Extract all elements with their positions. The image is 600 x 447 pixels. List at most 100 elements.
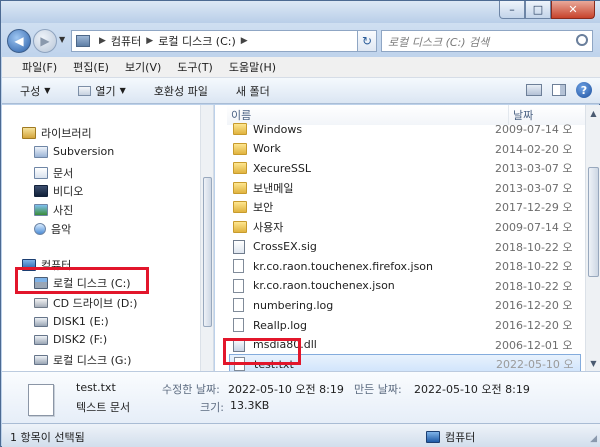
nav-item-documents[interactable]: 문서 xyxy=(34,165,73,181)
refresh-button[interactable]: ↻ xyxy=(357,30,377,52)
command-bar: 구성 ▼ 열기 ▼ 호환성 파일 새 폴더 ? xyxy=(2,78,600,104)
details-type: 텍스트 문서 xyxy=(76,401,131,414)
menu-bar: 파일(F) 편집(E) 보기(V) 도구(T) 도움말(H) xyxy=(2,57,600,78)
recent-pages-dropdown-icon[interactable]: ▼ xyxy=(59,35,65,44)
file-icon xyxy=(233,278,244,293)
menu-tools[interactable]: 도구(T) xyxy=(177,59,213,75)
search-input[interactable]: 로컬 디스크 (C:) 검색 xyxy=(381,30,593,52)
new-folder-button[interactable]: 새 폴더 xyxy=(236,83,270,99)
forward-button[interactable]: ▶ xyxy=(33,29,57,53)
file-row[interactable]: kr.co.raon.touchenex.firefox.json 2018-10… xyxy=(229,256,581,276)
details-size-label: 크기: xyxy=(200,401,224,414)
organize-label: 구성 xyxy=(20,84,41,98)
nav-item-music[interactable]: 음악 xyxy=(34,221,71,237)
menu-file[interactable]: 파일(F) xyxy=(22,59,57,75)
forward-arrow-icon: ▶ xyxy=(40,34,50,48)
view-controls: ? xyxy=(516,82,592,98)
details-size-value: 13.3KB xyxy=(230,399,270,412)
window-controls: – □ ✕ xyxy=(499,1,595,19)
file-name: 사용자 xyxy=(253,221,284,234)
chevron-down-icon: ▼ xyxy=(119,86,126,95)
open-button[interactable]: 열기 ▼ xyxy=(78,83,126,99)
file-row[interactable]: CrossEX.sig 2018-10-22 오 xyxy=(229,237,581,257)
back-button[interactable]: ◀ xyxy=(7,29,31,53)
file-name-cell: XecureSSL xyxy=(229,162,495,175)
change-view-icon[interactable] xyxy=(526,84,542,96)
highlight-drive-c xyxy=(15,267,149,294)
scroll-up-icon[interactable]: ▲ xyxy=(586,105,600,121)
file-row[interactable]: 보안 2017-12-29 오 xyxy=(229,197,581,217)
nav-item-pictures[interactable]: 사진 xyxy=(34,202,73,218)
drive-icon xyxy=(34,355,48,365)
help-icon[interactable]: ? xyxy=(576,82,592,98)
file-name-cell: Windows xyxy=(229,123,495,136)
file-icon xyxy=(233,298,244,313)
nav-drive-g[interactable]: 로컬 디스크 (G:) xyxy=(34,352,131,368)
certificate-icon xyxy=(233,239,245,254)
status-location: 컴퓨터 xyxy=(426,429,475,445)
menu-edit[interactable]: 편집(E) xyxy=(73,59,109,75)
nav-drive-d[interactable]: CD 드라이브 (D:) xyxy=(34,295,137,311)
details-created-value: 2022-05-10 오전 8:19 xyxy=(414,383,530,396)
status-bar: 1 항목이 선택됨 컴퓨터 ◢ xyxy=(2,423,600,447)
minimize-button[interactable]: – xyxy=(499,1,525,19)
file-date: 2022-05-10 오 xyxy=(496,358,574,371)
nav-item-label: 문서 xyxy=(53,167,74,180)
nav-drive-f[interactable]: DISK2 (F:) xyxy=(34,333,107,346)
file-date: 2018-10-22 오 xyxy=(495,240,573,254)
file-list-scrollbar[interactable]: ▲ ▼ xyxy=(585,105,600,371)
file-list-scroll-thumb[interactable] xyxy=(588,167,599,277)
details-created-label: 만든 날짜: xyxy=(354,383,402,396)
nav-item-videos[interactable]: 비디오 xyxy=(34,183,83,199)
subversion-icon xyxy=(34,145,48,158)
breadcrumb-local-disk-c[interactable]: 로컬 디스크 (C:) xyxy=(158,33,236,49)
file-icon xyxy=(233,318,244,332)
file-row[interactable]: XecureSSL 2013-03-07 오 xyxy=(229,158,581,178)
file-row[interactable]: Reallp.log 2016-12-20 오 xyxy=(229,315,581,335)
preview-pane-icon[interactable] xyxy=(552,84,566,96)
nav-item-subversion[interactable]: Subversion xyxy=(34,145,114,158)
file-icon xyxy=(233,259,244,274)
title-bar[interactable]: – □ ✕ xyxy=(1,1,600,23)
folder-icon xyxy=(233,221,247,233)
maximize-button[interactable]: □ xyxy=(525,1,551,19)
file-date: 2013-03-07 오 xyxy=(495,162,573,176)
scroll-down-icon[interactable]: ▼ xyxy=(586,355,600,371)
file-row[interactable]: Work 2014-02-20 오 xyxy=(229,139,581,159)
drive-icon xyxy=(34,316,48,327)
file-name: kr.co.raon.touchenex.firefox.json xyxy=(253,259,434,273)
library-icon xyxy=(22,127,36,139)
close-button[interactable]: ✕ xyxy=(551,1,595,19)
file-name-cell: Reallp.log xyxy=(229,318,495,332)
open-icon xyxy=(78,85,92,96)
file-row[interactable]: Windows 2009-07-14 오 xyxy=(229,119,581,139)
details-filename: test.txt xyxy=(76,381,116,394)
resize-grip-icon[interactable]: ◢ xyxy=(590,434,597,444)
menu-help[interactable]: 도움말(H) xyxy=(229,59,276,75)
menu-view[interactable]: 보기(V) xyxy=(125,59,161,75)
breadcrumb-separator-icon[interactable]: ▶ xyxy=(241,36,248,46)
file-name-cell: numbering.log xyxy=(229,298,495,313)
file-row[interactable]: kr.co.raon.touchenex.json 2018-10-22 오 xyxy=(229,276,581,296)
text-file-icon xyxy=(28,384,54,416)
nav-item-label: 음악 xyxy=(51,223,72,236)
file-date: 2018-10-22 오 xyxy=(495,279,573,293)
breadcrumb-separator-icon[interactable]: ▶ xyxy=(146,36,153,46)
compat-files-button[interactable]: 호환성 파일 xyxy=(154,83,208,99)
drive-icon xyxy=(34,334,48,345)
folder-icon xyxy=(233,142,247,155)
address-bar[interactable]: ▶ 컴퓨터 ▶ 로컬 디스크 (C:) ▶ ▼ xyxy=(71,30,375,52)
nav-libraries[interactable]: 라이브러리 xyxy=(22,125,92,141)
file-row[interactable]: 사용자 2009-07-14 오 xyxy=(229,217,581,237)
organize-button[interactable]: 구성 ▼ xyxy=(20,83,50,99)
navigation-scroll-thumb[interactable] xyxy=(203,177,212,327)
nav-drive-e[interactable]: DISK1 (E:) xyxy=(34,315,109,328)
file-name: 보낸메일 xyxy=(253,181,294,195)
file-name-cell: 사용자 xyxy=(229,219,495,235)
file-row[interactable]: numbering.log 2016-12-20 오 xyxy=(229,295,581,315)
file-row[interactable]: 보낸메일 2013-03-07 오 xyxy=(229,178,581,198)
status-selection: 1 항목이 선택됨 xyxy=(10,431,85,444)
breadcrumb-separator-icon[interactable]: ▶ xyxy=(99,36,106,46)
navigation-scrollbar[interactable] xyxy=(200,105,213,371)
breadcrumb-computer[interactable]: 컴퓨터 xyxy=(111,33,141,49)
